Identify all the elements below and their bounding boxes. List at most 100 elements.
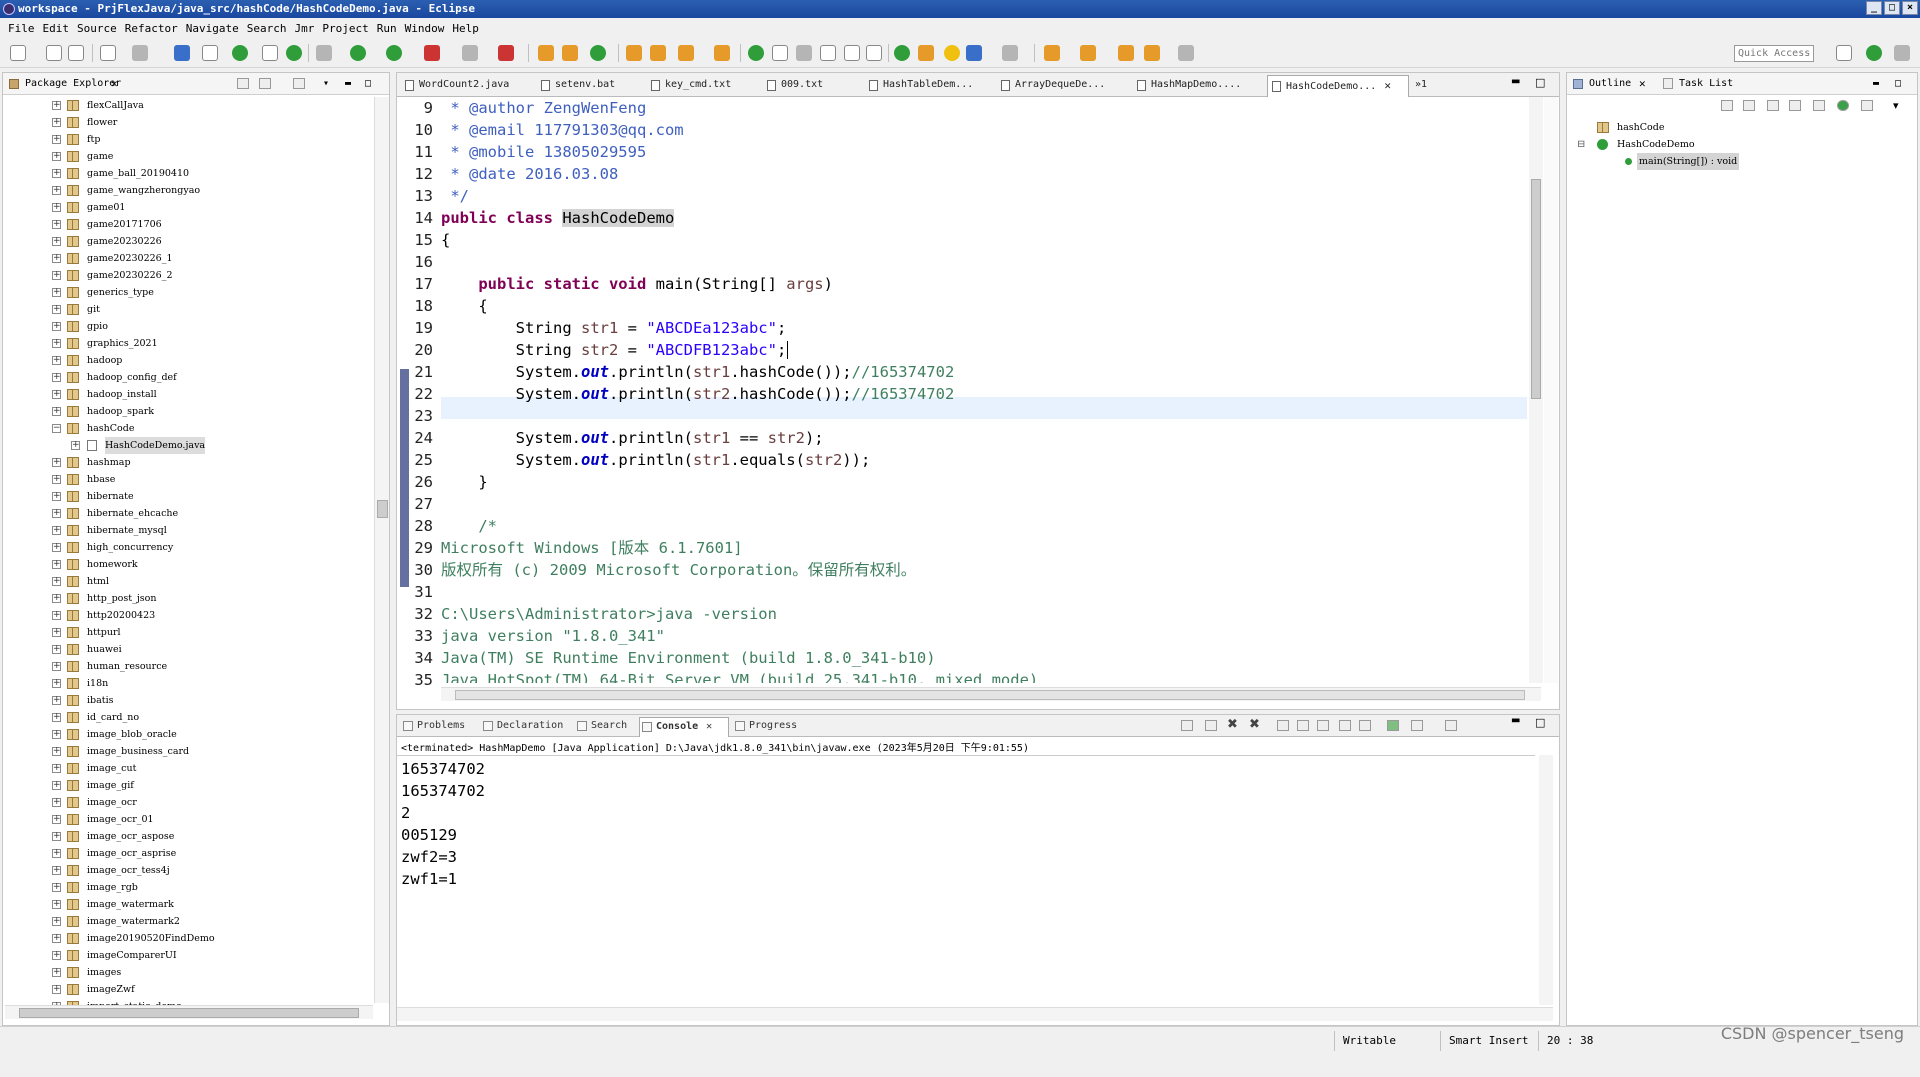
server-icon[interactable] (498, 45, 514, 61)
close-tab-icon[interactable]: ✕ (706, 721, 712, 732)
show-whitespace-icon[interactable] (844, 45, 860, 61)
tree-item[interactable]: + image_ocr_aspose (3, 828, 373, 845)
code-area[interactable]: * @author ZengWenFeng * @email 117791303… (441, 97, 1527, 683)
close-tab-icon[interactable]: ✕ (1384, 79, 1391, 92)
overview-ruler[interactable] (1544, 97, 1558, 683)
tree-item[interactable]: + ibatis (3, 692, 373, 709)
expand-icon[interactable]: + (52, 900, 61, 909)
tree-vertical-scrollbar[interactable] (374, 97, 389, 1003)
highlight-icon[interactable] (772, 45, 788, 61)
expand-icon[interactable]: + (52, 101, 61, 110)
maximize-view-icon[interactable]: □ (365, 73, 371, 94)
tree-item[interactable]: + image_watermark (3, 896, 373, 913)
help-icon[interactable] (944, 45, 960, 61)
expand-icon[interactable]: + (52, 288, 61, 297)
tree-item[interactable]: + images (3, 964, 373, 981)
clear-console-icon[interactable] (1277, 720, 1289, 731)
expand-icon[interactable]: + (52, 390, 61, 399)
tree-item[interactable]: + hadoop_spark (3, 403, 373, 420)
menu-refactor[interactable]: Refactor (123, 22, 184, 35)
tree-horizontal-scrollbar[interactable] (5, 1005, 373, 1019)
tree-item[interactable]: + hibernate_ehcache (3, 505, 373, 522)
expand-icon[interactable]: + (52, 781, 61, 790)
collapse-all-icon[interactable] (1721, 100, 1733, 111)
editor-tab-active[interactable]: HashCodeDemo... ✕ (1267, 75, 1409, 97)
tree-item[interactable]: + image_blob_oracle (3, 726, 373, 743)
editor-tab[interactable]: HashMapDemo.... (1133, 75, 1265, 97)
tree-item[interactable]: + hadoop_config_def (3, 369, 373, 386)
tree-item[interactable]: + image_ocr_tess4j (3, 862, 373, 879)
hide-nonpublic-icon[interactable] (1813, 100, 1825, 111)
tab-task-list[interactable]: Task List (1679, 73, 1733, 94)
user-icon[interactable] (132, 45, 148, 61)
expand-icon[interactable]: + (52, 883, 61, 892)
view-menu-icon[interactable]: ▾ (1893, 99, 1899, 112)
maximize-editor-icon[interactable]: □ (1535, 76, 1545, 89)
hide-local-types-icon[interactable] (1837, 100, 1849, 111)
expand-icon[interactable]: + (52, 951, 61, 960)
tab-search[interactable]: Search (575, 717, 637, 737)
expand-icon[interactable]: + (52, 849, 61, 858)
tree-item[interactable]: + game_ball_20190410 (3, 165, 373, 182)
terminate-icon[interactable] (1205, 720, 1217, 731)
back-icon[interactable] (1144, 45, 1160, 61)
word-wrap-icon[interactable] (1317, 720, 1329, 731)
new-package-icon[interactable] (562, 45, 578, 61)
editor-tab[interactable]: WordCount2.java (401, 75, 533, 97)
tree-item[interactable]: + image20190520FindDemo (3, 930, 373, 947)
terminal-icon[interactable] (100, 45, 116, 61)
new-java-project-icon[interactable] (538, 45, 554, 61)
save-all-icon[interactable] (68, 45, 84, 61)
tree-item[interactable]: + image_cut (3, 760, 373, 777)
tab-problems[interactable]: Problems (401, 717, 477, 737)
expand-icon[interactable]: + (52, 832, 61, 841)
tree-item[interactable]: + homework (3, 556, 373, 573)
maximize-console-icon[interactable]: □ (1535, 716, 1545, 729)
expand-icon[interactable]: + (52, 866, 61, 875)
save-icon[interactable] (46, 45, 62, 61)
expand-icon[interactable]: + (52, 407, 61, 416)
editor-hscroll-thumb[interactable] (455, 690, 1525, 700)
tree-item[interactable]: + id_card_no (3, 709, 373, 726)
filter-icon[interactable] (293, 78, 305, 89)
expand-icon[interactable]: + (52, 543, 61, 552)
expand-icon[interactable]: + (52, 169, 61, 178)
java-perspective-icon[interactable] (1866, 45, 1882, 61)
expand-icon[interactable]: + (52, 713, 61, 722)
expand-icon[interactable]: + (52, 509, 61, 518)
external-tools-icon[interactable] (424, 45, 440, 61)
search-icon[interactable] (678, 45, 694, 61)
debug-perspective-icon[interactable] (1894, 45, 1910, 61)
expand-icon[interactable]: + (52, 237, 61, 246)
tree-item[interactable]: + game20230226_2 (3, 267, 373, 284)
previous-annotation-icon[interactable] (1080, 45, 1096, 61)
remove-launch-icon[interactable]: ✖ (1227, 717, 1238, 732)
expand-icon[interactable]: + (52, 475, 61, 484)
plugin-icon[interactable] (894, 45, 910, 61)
open-perspective-icon[interactable] (1836, 45, 1852, 61)
mark-occurrences-icon[interactable] (748, 45, 764, 61)
minimize-view-icon[interactable]: ▬ (1873, 73, 1879, 94)
expand-icon[interactable]: + (52, 339, 61, 348)
minimize-button[interactable]: _ (1866, 1, 1882, 15)
maximize-view-icon[interactable]: □ (1895, 73, 1901, 94)
expand-icon[interactable]: + (52, 662, 61, 671)
tree-item[interactable]: + image_ocr (3, 794, 373, 811)
expand-icon[interactable]: + (52, 152, 61, 161)
pin-console-icon[interactable] (1181, 720, 1193, 731)
expand-icon[interactable]: + (52, 203, 61, 212)
expand-icon[interactable]: + (71, 441, 80, 450)
expand-icon[interactable]: + (52, 492, 61, 501)
menu-project[interactable]: Project (320, 22, 374, 35)
editor-vertical-scrollbar[interactable] (1529, 97, 1543, 683)
hide-static-icon[interactable] (1789, 100, 1801, 111)
new-console-icon[interactable] (1445, 720, 1457, 731)
editor-tab[interactable]: setenv.bat (537, 75, 643, 97)
menu-file[interactable]: File (6, 22, 41, 35)
close-view-icon[interactable]: ✕ (111, 73, 118, 94)
tree-item[interactable]: + image_watermark2 (3, 913, 373, 930)
expand-icon[interactable]: + (52, 696, 61, 705)
tab-progress[interactable]: Progress (733, 717, 813, 737)
menu-jmr[interactable]: Jmr (292, 22, 320, 35)
expand-icon[interactable]: + (52, 611, 61, 620)
